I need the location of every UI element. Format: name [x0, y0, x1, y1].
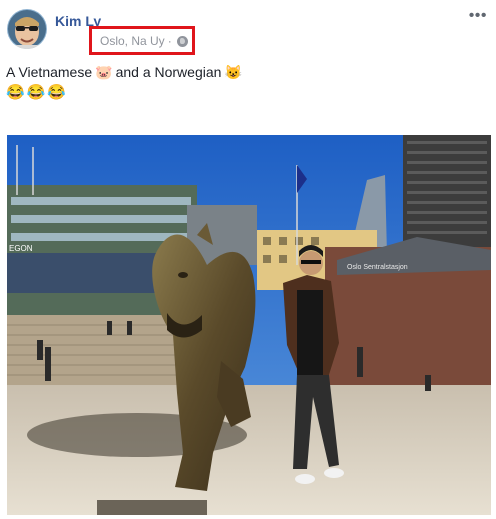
egon-sign: EGON [9, 244, 33, 253]
location-link[interactable]: Oslo, Na Uy [100, 34, 165, 48]
facebook-post: Kim Ly ••• Oslo, Na Uy · A Vietnamese 🐷 … [0, 0, 496, 519]
caption-text-1: A Vietnamese [6, 64, 93, 80]
post-meta: Oslo, Na Uy · [100, 34, 188, 48]
pig-emoji: 🐷 [95, 64, 113, 80]
author-avatar[interactable] [7, 9, 47, 49]
post-photo[interactable]: Oslo Sentralstasjon EGON [7, 135, 491, 515]
meta-separator: · [167, 34, 172, 48]
laughing-emojis: 😂😂😂 [6, 84, 69, 101]
caption-text-2: and a Norwegian [115, 64, 222, 80]
cat-emoji: 😺 [224, 64, 242, 80]
post-caption: A Vietnamese 🐷 and a Norwegian 😺 😂😂😂 [6, 63, 245, 102]
more-dots-icon[interactable]: ••• [469, 8, 487, 24]
globe-icon[interactable] [176, 35, 188, 47]
station-sign: Oslo Sentralstasjon [347, 264, 408, 271]
